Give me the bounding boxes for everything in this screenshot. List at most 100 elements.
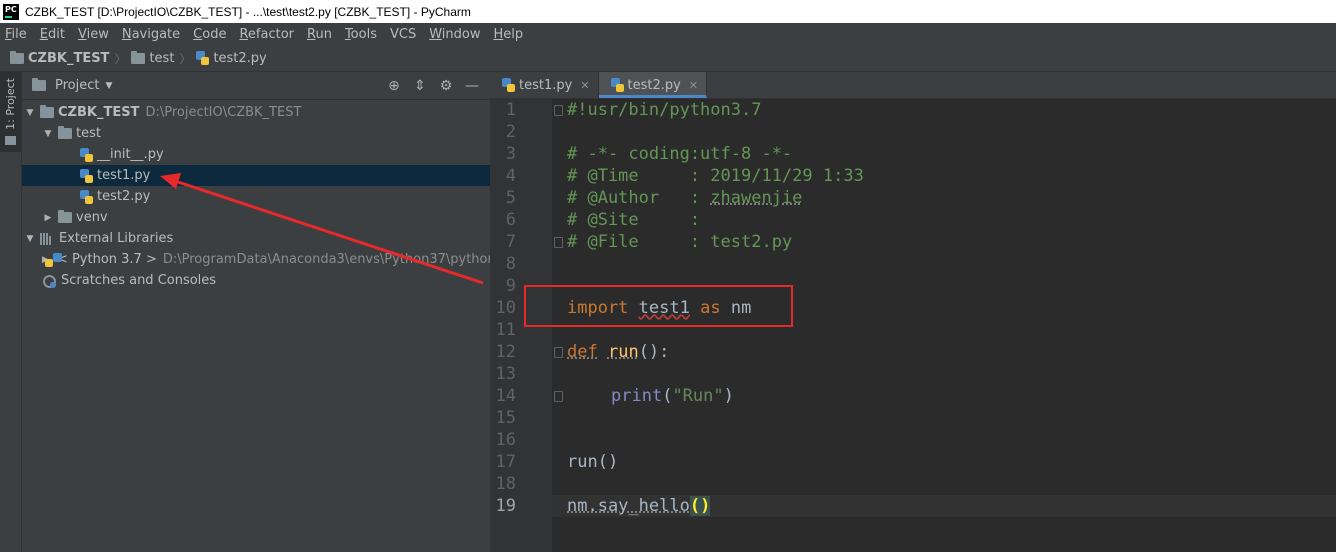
close-icon[interactable]: ✕ bbox=[580, 79, 589, 92]
line-number: 15 bbox=[495, 408, 516, 428]
line-number: 3 bbox=[505, 144, 516, 164]
menu-vcs[interactable]: VCS bbox=[388, 27, 418, 42]
code-line: 2 bbox=[490, 121, 1336, 143]
line-number: 19 bbox=[490, 495, 552, 517]
tree-item-test1[interactable]: test1.py bbox=[22, 165, 490, 186]
project-view-icon bbox=[32, 78, 46, 91]
project-folder-icon bbox=[10, 50, 24, 64]
line-number: 13 bbox=[495, 364, 516, 384]
breadcrumb-test2[interactable]: test2.py bbox=[196, 51, 267, 66]
line-number: 12 bbox=[495, 342, 516, 362]
project-panel: Project ▼ ⊕ ⇕ ⚙ — ▼ CZBK_TEST D:\Project… bbox=[22, 72, 523, 552]
breadcrumb-separator-icon: 〉 bbox=[114, 51, 127, 66]
menu-window[interactable]: Window bbox=[427, 27, 482, 42]
matched-parens: () bbox=[689, 496, 711, 516]
project-view-selector[interactable]: Project bbox=[55, 78, 99, 93]
menu-tools[interactable]: Tools bbox=[343, 27, 379, 42]
tree-item-root[interactable]: ▼ CZBK_TEST D:\ProjectIO\CZBK_TEST bbox=[22, 102, 490, 123]
code-line: 12 def run(): bbox=[490, 341, 1336, 363]
menu-run[interactable]: Run bbox=[305, 27, 334, 42]
menu-edit[interactable]: Edit bbox=[38, 27, 67, 42]
fold-icon[interactable] bbox=[554, 391, 563, 402]
editor-tab-bar: test1.py ✕ test2.py ✕ bbox=[490, 72, 1336, 99]
breadcrumb-test[interactable]: test bbox=[131, 50, 174, 66]
menu-file[interactable]: File bbox=[3, 27, 29, 42]
tree-item-test2[interactable]: test2.py bbox=[22, 186, 490, 207]
code-line: 7 # @File : test2.py bbox=[490, 231, 1336, 253]
author-name: zhawenjie bbox=[710, 188, 803, 208]
project-panel-toolbar: ⊕ ⇕ ⚙ — bbox=[386, 78, 490, 94]
line-number: 2 bbox=[505, 122, 516, 142]
gear-icon[interactable]: ⚙ bbox=[438, 78, 454, 94]
python-file-icon bbox=[80, 189, 93, 204]
line-number: 6 bbox=[505, 210, 516, 230]
expand-arrow-icon[interactable]: ▼ bbox=[24, 108, 36, 118]
code-line: 14 print("Run") bbox=[490, 385, 1336, 407]
breadcrumb-project[interactable]: CZBK_TEST bbox=[10, 50, 109, 66]
menu-help[interactable]: Help bbox=[491, 27, 525, 42]
folder-icon bbox=[131, 50, 146, 64]
library-icon bbox=[40, 232, 54, 245]
line-number: 4 bbox=[505, 166, 516, 186]
breadcrumb: CZBK_TEST 〉 test 〉 test2.py bbox=[0, 45, 1336, 72]
python-file-icon bbox=[610, 78, 624, 92]
tree-item-test-folder[interactable]: ▼ test bbox=[22, 123, 490, 144]
expand-arrow-icon[interactable]: ▼ bbox=[42, 129, 54, 139]
tree-item-python-sdk[interactable]: ▶ < Python 3.7 > D:\ProgramData\Anaconda… bbox=[22, 249, 523, 270]
code-line: 17 run() bbox=[490, 451, 1336, 473]
window-title: CZBK_TEST [D:\ProjectIO\CZBK_TEST] - ...… bbox=[25, 4, 471, 19]
line-number: 18 bbox=[495, 474, 516, 494]
menu-view[interactable]: View bbox=[76, 27, 111, 42]
chevron-down-icon[interactable]: ▼ bbox=[105, 81, 112, 91]
line-number: 1 bbox=[505, 100, 516, 120]
code-line: 5 # @Author : zhawenjie bbox=[490, 187, 1336, 209]
fold-icon[interactable] bbox=[554, 347, 563, 358]
menu-bar: File Edit View Navigate Code Refactor Ru… bbox=[0, 23, 1336, 45]
fold-icon[interactable] bbox=[554, 237, 563, 248]
hide-icon[interactable]: — bbox=[464, 78, 480, 94]
python-file-icon bbox=[502, 78, 515, 92]
collapse-all-icon[interactable]: ⇕ bbox=[412, 78, 428, 94]
python-file-icon bbox=[80, 168, 93, 183]
fold-icon[interactable] bbox=[554, 105, 563, 116]
menu-refactor[interactable]: Refactor bbox=[237, 27, 296, 42]
project-panel-header: Project ▼ ⊕ ⇕ ⚙ — bbox=[22, 72, 490, 100]
project-tool-label: 1: Project bbox=[4, 78, 17, 130]
code-line: 15 bbox=[490, 407, 1336, 429]
expand-arrow-icon[interactable]: ▶ bbox=[42, 213, 54, 223]
project-tree: ▼ CZBK_TEST D:\ProjectIO\CZBK_TEST ▼ tes… bbox=[22, 100, 523, 291]
tree-item-init[interactable]: __init__.py bbox=[22, 144, 490, 165]
tree-item-external-libraries[interactable]: ▼ External Libraries bbox=[22, 228, 490, 249]
tree-item-scratches[interactable]: Scratches and Consoles bbox=[22, 270, 490, 291]
menu-code[interactable]: Code bbox=[191, 27, 228, 42]
code-line: 6 # @Site : bbox=[490, 209, 1336, 231]
folder-icon bbox=[40, 105, 54, 118]
line-number: 8 bbox=[505, 254, 516, 274]
function-name: run bbox=[607, 342, 639, 362]
code-line: 16 bbox=[490, 429, 1336, 451]
current-code-line: 19 nm.say_hello() bbox=[490, 495, 1336, 517]
code-line: 18 bbox=[490, 473, 1336, 495]
close-icon[interactable]: ✕ bbox=[689, 79, 698, 92]
breadcrumb-separator-icon: 〉 bbox=[179, 51, 192, 66]
title-bar: PC CZBK_TEST [D:\ProjectIO\CZBK_TEST] - … bbox=[0, 0, 1336, 23]
annotation-highlight-box bbox=[524, 285, 793, 327]
line-number: 7 bbox=[505, 232, 516, 252]
tool-window-strip: 1: Project bbox=[0, 72, 22, 552]
expand-arrow-icon[interactable]: ▼ bbox=[24, 234, 36, 244]
python-file-icon bbox=[196, 51, 210, 65]
python-file-icon bbox=[80, 147, 93, 162]
folder-icon bbox=[5, 135, 16, 145]
menu-navigate[interactable]: Navigate bbox=[120, 27, 182, 42]
scratches-icon bbox=[42, 274, 56, 288]
tree-item-venv[interactable]: ▶ venv bbox=[22, 207, 490, 228]
project-tool-button[interactable]: 1: Project bbox=[0, 72, 21, 152]
tab-test1[interactable]: test1.py ✕ bbox=[490, 72, 599, 98]
tab-test2[interactable]: test2.py ✕ bbox=[598, 72, 708, 98]
locate-icon[interactable]: ⊕ bbox=[386, 78, 402, 94]
code-line: 8 bbox=[490, 253, 1336, 275]
code-line: 1 #!usr/bin/python3.7 bbox=[490, 99, 1336, 121]
folder-icon bbox=[58, 210, 72, 223]
code-line: 13 bbox=[490, 363, 1336, 385]
code-line: 4 # @Time : 2019/11/29 1:33 bbox=[490, 165, 1336, 187]
